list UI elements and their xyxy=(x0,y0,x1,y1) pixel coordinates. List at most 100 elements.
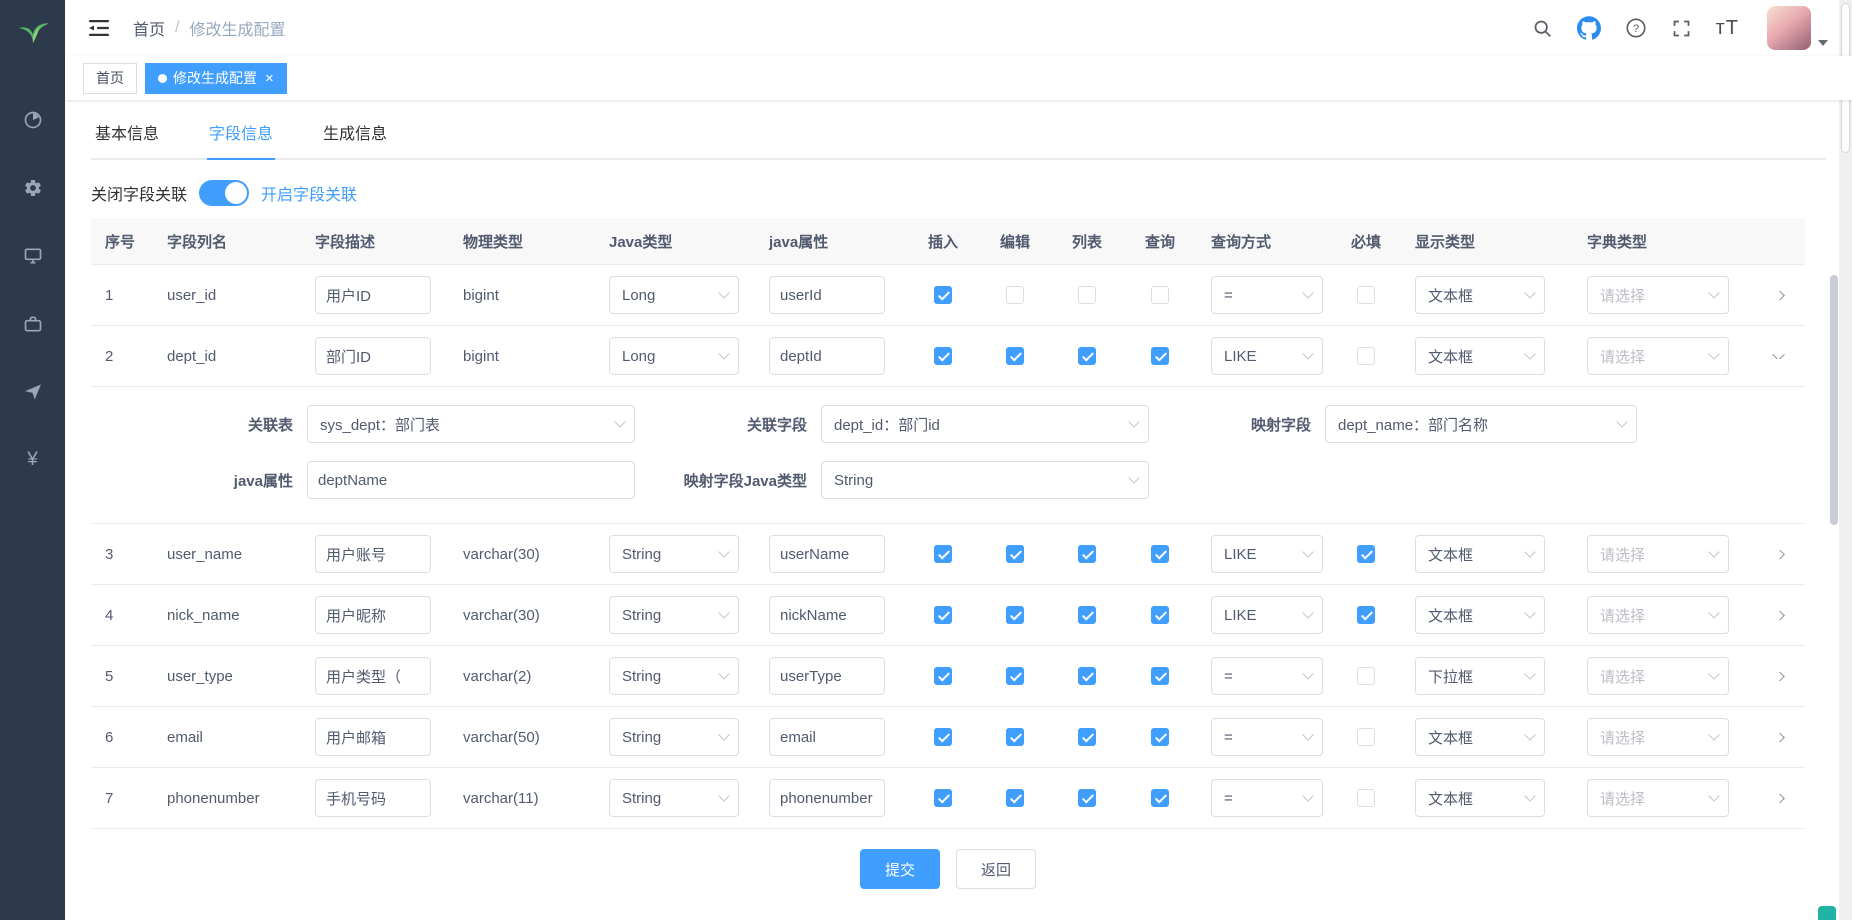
sidebar-item-pay[interactable]: ¥ xyxy=(0,426,65,494)
required-checkbox[interactable] xyxy=(1357,667,1375,685)
sidebar-item-dashboard[interactable] xyxy=(0,86,65,154)
sidebar-item-system[interactable] xyxy=(0,154,65,222)
dict-type-select[interactable]: 请选择 xyxy=(1587,596,1729,634)
back-button[interactable]: 返回 xyxy=(956,849,1036,889)
query-type-select[interactable]: = xyxy=(1211,718,1323,756)
query-type-select[interactable]: = xyxy=(1211,657,1323,695)
insert-checkbox[interactable] xyxy=(934,347,952,365)
insert-checkbox[interactable] xyxy=(934,667,952,685)
expand-chevron-icon[interactable] xyxy=(1772,291,1785,300)
java-attribute-input[interactable] xyxy=(769,337,885,375)
insert-checkbox[interactable] xyxy=(934,606,952,624)
page-scrollbar[interactable] xyxy=(1839,0,1852,920)
insert-checkbox[interactable] xyxy=(934,545,952,563)
display-type-select[interactable]: 下拉框 xyxy=(1415,657,1545,695)
list-checkbox[interactable] xyxy=(1078,545,1096,563)
dict-type-select[interactable]: 请选择 xyxy=(1587,337,1729,375)
edit-checkbox[interactable] xyxy=(1006,606,1024,624)
list-checkbox[interactable] xyxy=(1078,667,1096,685)
description-input[interactable] xyxy=(315,779,431,817)
query-checkbox[interactable] xyxy=(1151,286,1169,304)
query-type-select[interactable]: LIKE xyxy=(1211,337,1323,375)
display-type-select[interactable]: 文本框 xyxy=(1415,718,1545,756)
tag-edit-gen-config[interactable]: 修改生成配置 × xyxy=(145,63,287,94)
expand-chevron-icon[interactable] xyxy=(1772,550,1785,559)
insert-checkbox[interactable] xyxy=(934,789,952,807)
breadcrumb-home[interactable]: 首页 xyxy=(133,16,165,40)
description-input[interactable] xyxy=(315,535,431,573)
insert-checkbox[interactable] xyxy=(934,728,952,746)
tab-basic-info[interactable]: 基本信息 xyxy=(93,106,161,160)
list-checkbox[interactable] xyxy=(1078,728,1096,746)
java-type-select[interactable]: String xyxy=(609,596,739,634)
query-type-select[interactable]: LIKE xyxy=(1211,535,1323,573)
required-checkbox[interactable] xyxy=(1357,545,1375,563)
java-attr-input[interactable] xyxy=(307,461,635,499)
description-input[interactable] xyxy=(315,337,431,375)
edit-checkbox[interactable] xyxy=(1006,545,1024,563)
java-attribute-input[interactable] xyxy=(769,535,885,573)
tab-field-info[interactable]: 字段信息 xyxy=(207,106,275,160)
related-field-select[interactable]: dept_id：部门id xyxy=(821,405,1149,443)
dict-type-select[interactable]: 请选择 xyxy=(1587,718,1729,756)
display-type-select[interactable]: 文本框 xyxy=(1415,337,1545,375)
java-type-select[interactable]: String xyxy=(609,535,739,573)
description-input[interactable] xyxy=(315,276,431,314)
dict-type-select[interactable]: 请选择 xyxy=(1587,657,1729,695)
corner-widget[interactable] xyxy=(1818,906,1836,920)
sidebar-item-tools[interactable] xyxy=(0,290,65,358)
required-checkbox[interactable] xyxy=(1357,606,1375,624)
java-attribute-input[interactable] xyxy=(769,718,885,756)
related-table-select[interactable]: sys_dept：部门表 xyxy=(307,405,635,443)
list-checkbox[interactable] xyxy=(1078,347,1096,365)
tag-home[interactable]: 首页 xyxy=(83,63,137,94)
query-checkbox[interactable] xyxy=(1151,606,1169,624)
query-type-select[interactable]: = xyxy=(1211,276,1323,314)
edit-checkbox[interactable] xyxy=(1006,728,1024,746)
mapped-java-type-select[interactable]: String xyxy=(821,461,1149,499)
insert-checkbox[interactable] xyxy=(934,286,952,304)
dict-type-select[interactable]: 请选择 xyxy=(1587,535,1729,573)
search-icon[interactable] xyxy=(1532,18,1553,39)
java-type-select[interactable]: String xyxy=(609,657,739,695)
display-type-select[interactable]: 文本框 xyxy=(1415,779,1545,817)
submit-button[interactable]: 提交 xyxy=(860,849,940,889)
query-checkbox[interactable] xyxy=(1151,667,1169,685)
description-input[interactable] xyxy=(315,596,431,634)
sidebar-collapse-icon[interactable] xyxy=(83,13,117,43)
edit-checkbox[interactable] xyxy=(1006,347,1024,365)
fullscreen-icon[interactable] xyxy=(1671,18,1692,39)
description-input[interactable] xyxy=(315,718,431,756)
mapped-field-select[interactable]: dept_name：部门名称 xyxy=(1325,405,1637,443)
expand-chevron-icon[interactable] xyxy=(1772,794,1785,803)
display-type-select[interactable]: 文本框 xyxy=(1415,596,1545,634)
query-checkbox[interactable] xyxy=(1151,789,1169,807)
close-icon[interactable]: × xyxy=(265,71,274,86)
list-checkbox[interactable] xyxy=(1078,606,1096,624)
query-checkbox[interactable] xyxy=(1151,545,1169,563)
required-checkbox[interactable] xyxy=(1357,789,1375,807)
list-checkbox[interactable] xyxy=(1078,286,1096,304)
edit-checkbox[interactable] xyxy=(1006,286,1024,304)
java-type-select[interactable]: Long xyxy=(609,276,739,314)
expand-chevron-icon[interactable] xyxy=(1772,733,1785,742)
expand-chevron-icon[interactable] xyxy=(1772,354,1785,359)
java-attribute-input[interactable] xyxy=(769,596,885,634)
font-size-icon[interactable]: тT xyxy=(1716,17,1739,40)
required-checkbox[interactable] xyxy=(1357,286,1375,304)
java-type-select[interactable]: String xyxy=(609,779,739,817)
edit-checkbox[interactable] xyxy=(1006,667,1024,685)
list-checkbox[interactable] xyxy=(1078,789,1096,807)
query-type-select[interactable]: LIKE xyxy=(1211,596,1323,634)
help-icon[interactable]: ? xyxy=(1625,17,1647,39)
dict-type-select[interactable]: 请选择 xyxy=(1587,276,1729,314)
github-icon[interactable] xyxy=(1577,16,1601,40)
tab-gen-info[interactable]: 生成信息 xyxy=(321,106,389,160)
expand-chevron-icon[interactable] xyxy=(1772,672,1785,681)
dict-type-select[interactable]: 请选择 xyxy=(1587,779,1729,817)
query-checkbox[interactable] xyxy=(1151,728,1169,746)
sidebar-item-docs[interactable] xyxy=(0,358,65,426)
edit-checkbox[interactable] xyxy=(1006,789,1024,807)
java-type-select[interactable]: String xyxy=(609,718,739,756)
association-toggle[interactable] xyxy=(199,180,249,206)
